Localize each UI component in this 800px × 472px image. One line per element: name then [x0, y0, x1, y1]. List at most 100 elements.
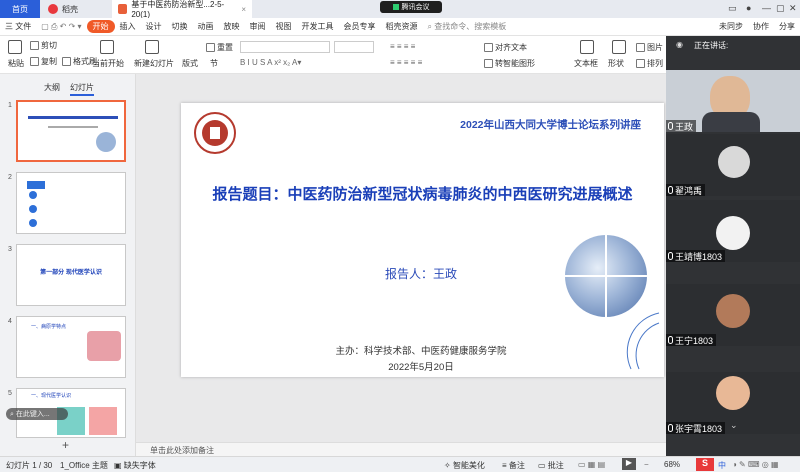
paste-icon[interactable] — [8, 40, 22, 54]
meeting-indicator[interactable]: 腾讯会议 — [380, 1, 442, 13]
video-tile-3[interactable]: 王靖博1803 — [666, 200, 800, 262]
play-from-current-icon[interactable] — [100, 40, 114, 54]
slide-counter: 幻灯片 1 / 30 — [6, 461, 53, 470]
video-tile-4[interactable]: 王宁1803 — [666, 284, 800, 346]
view-mode-buttons[interactable]: ▭ ▦ ▤ — [578, 460, 605, 469]
video-tile-1[interactable]: 王政 — [666, 70, 800, 132]
thumb-text-line — [48, 126, 98, 128]
tab-outline[interactable]: 大纲 — [44, 82, 60, 93]
user-avatar[interactable]: ● — [746, 3, 751, 13]
add-slide-button[interactable]: + — [62, 438, 69, 452]
quick-access-icons[interactable]: ▢ ⎙ ↶ ↷ ▾ — [36, 22, 86, 32]
menu-file[interactable]: 三 文件 — [0, 21, 36, 32]
mic-icon — [668, 252, 673, 260]
mic-icon — [668, 186, 673, 194]
video-tile-2[interactable]: 翟鸿禹 — [666, 134, 800, 196]
paragraph-buttons[interactable]: ≡ ≡ ≡ ≡ — [390, 42, 415, 51]
sogou-ime-icon[interactable]: S — [696, 458, 714, 471]
section-button[interactable]: 节 — [210, 58, 218, 69]
font-format-buttons[interactable]: B I U S A x² x₂ A▾ — [240, 58, 301, 67]
slide-host: 主办：科学技术部、中医药健康服务学院 — [335, 346, 507, 357]
slide-thumbnail-2[interactable] — [16, 172, 126, 234]
thumb-block — [89, 407, 117, 435]
menu-developer[interactable]: 开发工具 — [297, 21, 339, 32]
zoom-out-icon[interactable]: − — [644, 460, 649, 469]
missing-font-button[interactable]: ▣ 缺失字体 — [114, 460, 156, 471]
notes-toggle-button[interactable]: ≡ 备注 — [502, 460, 525, 471]
font-name-select[interactable] — [240, 41, 330, 53]
play-slideshow-button[interactable]: ▶ — [622, 458, 636, 470]
font-warning-icon: ▣ — [114, 461, 124, 470]
window-layout-icon[interactable]: ▭ — [728, 3, 737, 14]
menu-review[interactable]: 审阅 — [245, 21, 271, 32]
textbox-button[interactable]: 文本框 — [574, 58, 598, 69]
slide-search-hint: 在此键入... — [15, 411, 50, 418]
ime-tool-icons[interactable]: ◑ ✎ ⌨ ◎ ▦ — [732, 460, 779, 469]
reset-button[interactable]: 重置 — [206, 42, 233, 53]
arrange-button[interactable]: 排列 — [636, 58, 663, 69]
picture-icon — [636, 43, 645, 52]
notes-placeholder: 单击此处添加备注 — [150, 446, 214, 455]
tab-document[interactable]: 基于中医药防治新型...2-5-20(1) × — [112, 0, 252, 19]
textbox-icon[interactable] — [580, 40, 594, 54]
slide-thumbnail-4[interactable]: 一、病原学特点 — [16, 316, 126, 378]
align-text-icon — [484, 43, 493, 52]
slide-thumbnail-3[interactable]: 第一部分 现代医学认识 — [16, 244, 126, 306]
avatar — [716, 294, 750, 328]
menu-start[interactable]: 开始 — [86, 20, 115, 33]
picture-button[interactable]: 图片 — [636, 42, 663, 53]
shape-button[interactable]: 形状 — [608, 58, 624, 69]
tab-close-icon[interactable]: × — [241, 5, 246, 14]
slide-search-box[interactable]: ⌕ 在此键入... — [6, 408, 68, 420]
menu-member[interactable]: 会员专享 — [339, 21, 381, 32]
menu-insert[interactable]: 插入 — [115, 21, 141, 32]
tab-daoke[interactable]: 稻壳 — [42, 0, 108, 18]
from-current-button[interactable]: 当前开始 — [92, 58, 124, 69]
close-window-icon[interactable]: ✕ — [789, 3, 797, 14]
share-button[interactable]: 分享 — [774, 21, 800, 32]
text-align-button[interactable]: 对齐文本 — [484, 42, 527, 53]
font-size-select[interactable] — [334, 41, 374, 53]
collab-button[interactable]: 协作 — [748, 21, 774, 32]
tab-slides[interactable]: 幻灯片 — [70, 82, 94, 96]
new-slide-button[interactable]: 新建幻灯片 — [134, 58, 174, 69]
maximize-icon[interactable]: ▢ — [776, 3, 785, 14]
menu-daoke-resources[interactable]: 稻壳资源 — [381, 21, 423, 32]
menu-view[interactable]: 视图 — [271, 21, 297, 32]
notes-area[interactable]: 单击此处添加备注 — [136, 442, 666, 456]
smartart-button[interactable]: 转智能图形 — [484, 58, 535, 69]
arrange-icon — [636, 59, 645, 68]
tab-home[interactable]: 首页 — [0, 0, 40, 18]
text-align-label: 对齐文本 — [495, 43, 527, 52]
decorative-arc — [626, 312, 660, 370]
minimize-icon[interactable]: — — [762, 3, 771, 13]
tab-document-label: 基于中医药防治新型...2-5-20(1) — [131, 0, 225, 19]
menu-slideshow[interactable]: 放映 — [219, 21, 245, 32]
smart-beautify-button[interactable]: ✧ 智能美化 — [444, 460, 485, 471]
slide-thumbnail-1[interactable] — [16, 100, 126, 162]
menu-design[interactable]: 设计 — [141, 21, 167, 32]
slide-speaker: 报告人：王政 — [384, 267, 457, 281]
university-seal-icon — [194, 112, 236, 154]
comments-button[interactable]: ▭ 批注 — [538, 460, 564, 471]
avatar — [716, 376, 750, 410]
shape-icon[interactable] — [612, 40, 626, 54]
command-search[interactable]: ⌕ 查找命令、搜索模板 — [423, 21, 512, 32]
menu-transition[interactable]: 切换 — [167, 21, 193, 32]
slide-1[interactable]: 2022年山西大同大学博士论坛系列讲座 报告题目：中医药防治新型冠状病毒肺炎的中… — [181, 103, 664, 377]
thumb-virus-image — [87, 331, 121, 361]
ime-mode[interactable]: 中 — [718, 460, 726, 471]
tab-daoke-label: 稻壳 — [62, 4, 78, 14]
new-slide-icon[interactable] — [145, 40, 159, 54]
align-buttons[interactable]: ≡ ≡ ≡ ≡ ≡ — [390, 58, 422, 67]
copy-button[interactable]: 复制 — [30, 56, 57, 67]
menu-animation[interactable]: 动画 — [193, 21, 219, 32]
chevron-down-icon[interactable]: ⌄ — [730, 420, 738, 431]
layout-button[interactable]: 版式 — [182, 58, 198, 69]
slide-number: 4 — [8, 318, 12, 325]
unsynced-button[interactable]: 未同步 — [714, 21, 748, 32]
slide-number: 5 — [8, 390, 12, 397]
thumb-bullet — [29, 219, 37, 227]
cut-button[interactable]: 剪切 — [30, 40, 57, 51]
paste-button[interactable]: 粘贴 — [8, 58, 24, 69]
